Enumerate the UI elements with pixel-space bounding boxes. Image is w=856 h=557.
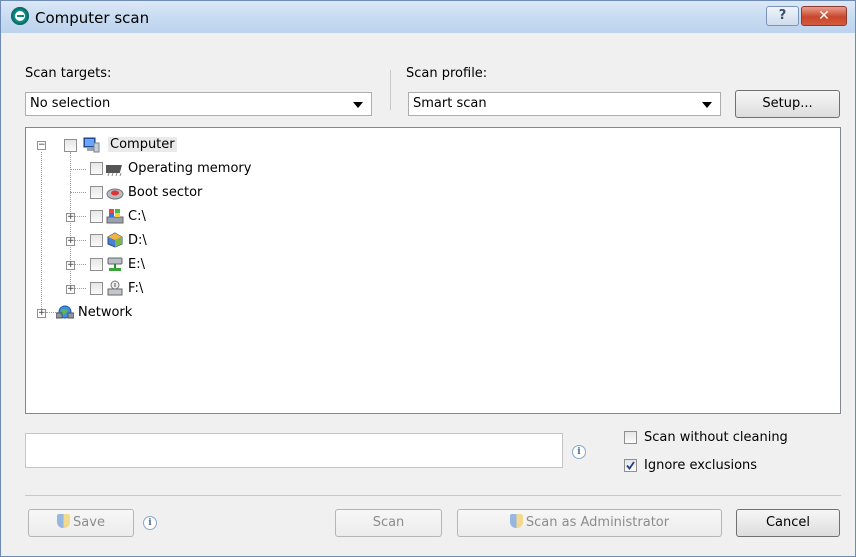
drive-c-checkbox[interactable] [90,210,103,223]
scan-without-cleaning-checkbox[interactable] [624,431,637,444]
scan-targets-dropdown[interactable]: No selection [25,92,372,116]
drive-d-checkbox[interactable] [90,234,103,247]
ignore-exclusions-label: Ignore exclusions [644,458,758,473]
scan-as-administrator-button[interactable]: Scan as Administrator [457,509,722,537]
save-button[interactable]: Save [28,509,134,537]
ignore-exclusions-checkbox[interactable] [624,459,637,472]
scan-without-cleaning-option[interactable]: Scan without cleaning [624,430,824,448]
setup-button[interactable]: Setup... [735,90,840,118]
scan-path-input[interactable] [25,433,563,468]
tree-node-computer[interactable]: − Computer [26,135,226,157]
tree-label-network: Network [78,305,133,320]
tree-label-drive-c: C:\ [128,209,146,224]
scan-profile-dropdown[interactable]: Smart scan [408,92,721,116]
scan-button[interactable]: Scan [335,509,442,537]
network-drive-icon [107,257,123,271]
scan-targets-tree[interactable]: − Computer Operating memory Boot sector … [25,127,841,414]
computer-scan-window: Computer scan ? ✕ Scan targets: No selec… [0,0,856,557]
scan-as-administrator-label: Scan as Administrator [525,515,670,530]
drive-e-checkbox[interactable] [90,258,103,271]
expand-icon[interactable]: + [66,261,75,270]
tree-node-drive-c[interactable]: + C:\ [26,207,326,229]
tree-node-drive-e[interactable]: + E:\ [26,255,326,277]
cancel-button[interactable]: Cancel [736,509,840,537]
expand-icon[interactable]: + [66,237,75,246]
horizontal-divider [25,495,841,496]
tree-node-boot-sector[interactable]: Boot sector [26,183,326,205]
computer-checkbox[interactable] [64,139,77,152]
tree-node-drive-d[interactable]: + D:\ [26,231,326,253]
uac-shield-icon [509,514,523,528]
title-bar[interactable]: Computer scan ? ✕ [1,1,855,33]
scan-without-cleaning-label: Scan without cleaning [644,430,788,445]
tree-label-computer: Computer [108,137,177,152]
virtual-drive-icon [107,232,123,248]
hard-disk-icon [106,188,124,200]
computer-icon [83,137,100,153]
ignore-exclusions-option[interactable]: Ignore exclusions [624,458,824,476]
memory-chip-icon [106,165,122,177]
vertical-divider [390,70,391,110]
tree-label-drive-e: E:\ [128,257,145,272]
tree-label-drive-f: F:\ [128,281,144,296]
uac-shield-icon [57,514,71,528]
scan-profile-label: Scan profile: [406,66,488,81]
expand-icon[interactable]: + [37,309,46,318]
info-icon[interactable]: i [143,516,157,530]
scan-targets-label: Scan targets: [25,66,112,81]
checkmark-icon [626,461,635,470]
tree-label-boot-sector: Boot sector [128,185,203,200]
expand-icon[interactable]: + [66,285,75,294]
removable-drive-icon [107,280,123,296]
drive-f-checkbox[interactable] [90,282,103,295]
info-icon[interactable]: i [572,445,586,459]
tree-label-operating-memory: Operating memory [128,161,252,176]
chevron-down-icon [353,102,363,108]
system-drive-icon [106,209,124,224]
tree-node-operating-memory[interactable]: Operating memory [26,159,326,181]
tree-node-drive-f[interactable]: + F:\ [26,279,326,301]
scan-targets-value: No selection [30,96,111,111]
collapse-icon[interactable]: − [37,141,46,150]
save-label: Save [73,515,105,530]
boot-sector-checkbox[interactable] [90,186,103,199]
close-button[interactable]: ✕ [801,6,847,26]
tree-label-drive-d: D:\ [128,233,147,248]
expand-icon[interactable]: + [66,213,75,222]
network-globe-icon [56,305,74,319]
scan-profile-value: Smart scan [413,96,487,111]
tree-node-network[interactable]: + Network [26,303,226,325]
operating-memory-checkbox[interactable] [90,162,103,175]
window-title: Computer scan [35,9,150,27]
eset-logo-icon [11,7,29,25]
chevron-down-icon [702,102,712,108]
help-button[interactable]: ? [766,6,799,26]
